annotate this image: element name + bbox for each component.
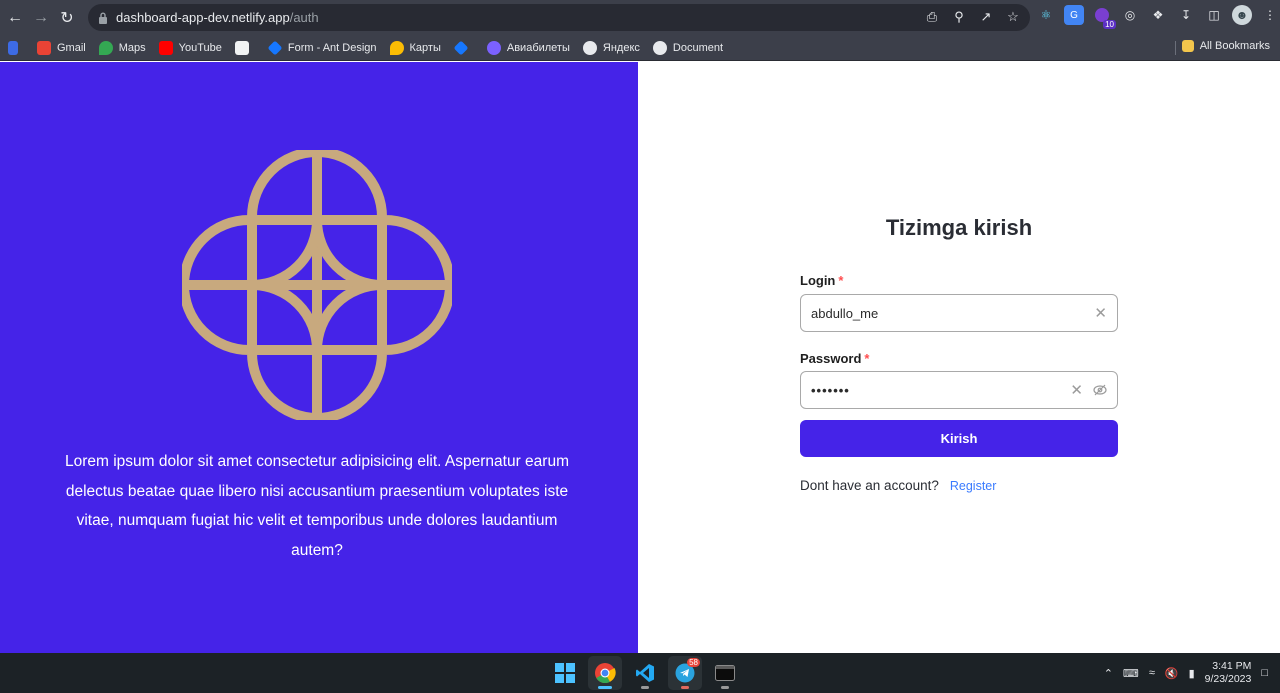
login-input-value[interactable]: abdullo_me — [811, 306, 1094, 321]
globe-icon — [582, 40, 597, 55]
page-title: Tizimga kirish — [885, 215, 1033, 240]
chevron-up-icon[interactable]: ⌃ — [1104, 667, 1113, 680]
target-icon[interactable]: ◎ — [1120, 5, 1140, 25]
required-mark: * — [838, 273, 844, 288]
bookmark-karty[interactable]: Карты — [389, 40, 441, 55]
profile-avatar[interactable]: ☻ — [1232, 5, 1252, 25]
bookmark-star-icon[interactable]: ☆ — [1004, 8, 1022, 26]
side-panel-icon[interactable]: ◫ — [1204, 5, 1224, 25]
register-prompt: Dont have an account? Register — [800, 478, 996, 493]
install-app-icon[interactable]: ⎙ — [923, 8, 941, 26]
password-field[interactable]: ••••••• ✕ — [800, 371, 1118, 409]
wifi-icon[interactable]: ≈ — [1149, 667, 1155, 679]
back-icon[interactable]: ← — [2, 5, 28, 31]
aviasales-icon — [486, 40, 501, 55]
clock-time: 3:41 PM — [1212, 660, 1252, 672]
bookmark-yandex[interactable]: Яндекс — [582, 40, 640, 55]
telegram-badge: 58 — [687, 658, 700, 667]
password-label: Password * — [800, 351, 870, 366]
bookmark-ant-design-2[interactable] — [453, 40, 474, 55]
reload-icon[interactable]: ↻ — [54, 5, 80, 31]
bookmark-aviabilety[interactable]: Авиабилеты — [486, 40, 570, 55]
brand-logo — [182, 150, 452, 420]
bookmark-app-icon[interactable] — [8, 40, 24, 55]
no-account-text: Dont have an account? — [800, 478, 939, 493]
keyboard-icon[interactable]: ⌨ — [1123, 667, 1139, 680]
os-taskbar: 58 ⌃ ⌨ ≈ 🔇 ▮ 3:41 PM 9/23/2023 □ — [0, 653, 1280, 693]
zoom-icon[interactable]: ⚲ — [950, 8, 968, 26]
translate-icon[interactable]: G — [1064, 5, 1084, 25]
extension-badge-icon[interactable]: 10 — [1092, 5, 1116, 29]
chrome-taskbar-icon[interactable] — [588, 656, 622, 690]
clear-icon[interactable]: ✕ — [1094, 304, 1107, 322]
maps-icon — [98, 40, 113, 55]
maps-icon — [389, 40, 404, 55]
vscode-taskbar-icon[interactable] — [628, 656, 662, 690]
clear-icon[interactable]: ✕ — [1070, 381, 1083, 399]
bookmark-document[interactable]: Document — [652, 40, 723, 55]
bookmark-youtube[interactable]: YouTube — [158, 40, 222, 55]
ant-design-icon — [267, 40, 283, 55]
windows-start-icon[interactable] — [548, 656, 582, 690]
login-field[interactable]: abdullo_me ✕ — [800, 294, 1118, 332]
submit-button[interactable]: Kirish — [800, 420, 1118, 457]
hero-panel: Lorem ipsum dolor sit amet consectetur a… — [0, 62, 638, 653]
calendar-icon — [234, 40, 249, 55]
ant-design-icon — [453, 40, 469, 55]
browser-toolbar: ← → ↻ dashboard-app-dev.netlify.app/auth… — [0, 0, 1280, 35]
volume-muted-icon[interactable]: 🔇 — [1165, 667, 1179, 680]
register-link[interactable]: Register — [950, 479, 997, 493]
terminal-taskbar-icon[interactable] — [708, 656, 742, 690]
eye-invisible-icon[interactable] — [1093, 384, 1107, 396]
forward-icon[interactable]: → — [28, 5, 54, 31]
globe-icon — [652, 40, 667, 55]
download-icon[interactable]: ↧ — [1176, 5, 1196, 25]
share-icon[interactable]: ↗ — [977, 8, 995, 26]
url-path: /auth — [289, 10, 319, 25]
extensions-puzzle-icon[interactable]: ❖ — [1148, 5, 1168, 25]
react-devtools-icon[interactable]: ⚛ — [1036, 5, 1056, 25]
login-panel: Tizimga kirish Login * abdullo_me ✕ Passw… — [638, 62, 1280, 653]
bookmarks-bar: Gmail Maps YouTube Form - Ant Design Кар… — [0, 35, 1280, 61]
clock-date: 9/23/2023 — [1204, 673, 1252, 685]
menu-kebab-icon[interactable]: ⋮ — [1260, 5, 1280, 25]
url-host: dashboard-app-dev.netlify.app — [116, 10, 290, 25]
bookmark-maps[interactable]: Maps — [98, 40, 146, 55]
password-input-value[interactable]: ••••••• — [811, 383, 1070, 398]
bookmark-ant-design[interactable]: Form - Ant Design — [267, 40, 377, 55]
notifications-icon[interactable]: □ — [1261, 667, 1268, 679]
address-bar[interactable]: dashboard-app-dev.netlify.app/auth ⎙ ⚲ ↗… — [88, 4, 1030, 31]
system-clock[interactable]: 3:41 PM 9/23/2023 — [1205, 660, 1252, 686]
bookmark-calendar[interactable] — [234, 40, 255, 55]
bookmark-gmail[interactable]: Gmail — [37, 40, 86, 55]
extension-badge: 10 — [1103, 20, 1116, 29]
battery-icon[interactable]: ▮ — [1189, 667, 1195, 680]
required-mark: * — [864, 351, 870, 366]
lock-icon — [99, 12, 107, 24]
bookmarks-divider — [1175, 41, 1176, 55]
gmail-icon — [37, 40, 51, 55]
telegram-taskbar-icon[interactable]: 58 — [668, 656, 702, 690]
folder-icon — [1181, 40, 1194, 52]
youtube-icon — [158, 40, 173, 55]
login-label: Login * — [800, 273, 844, 288]
all-bookmarks[interactable]: All Bookmarks — [1181, 40, 1270, 52]
hero-description: Lorem ipsum dolor sit amet consectetur a… — [65, 453, 569, 559]
